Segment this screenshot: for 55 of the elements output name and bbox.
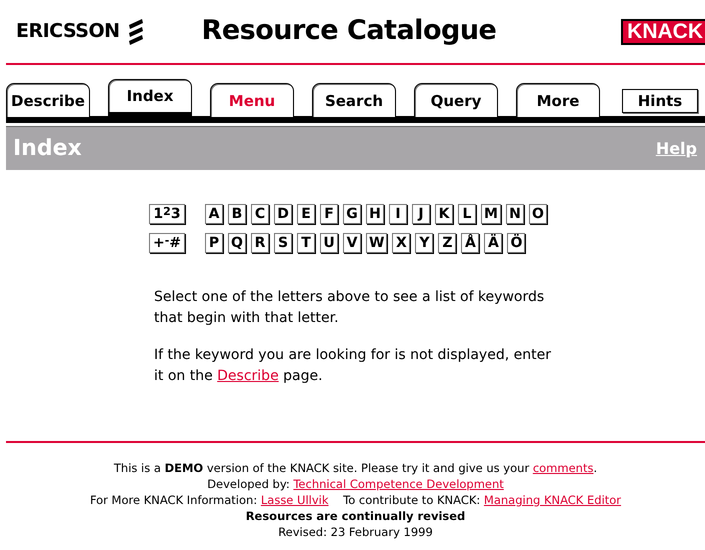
nav-tab[interactable]: More xyxy=(516,83,600,117)
letter-key[interactable]: E xyxy=(297,204,315,224)
footer-text: This is a DEMO version of the KNACK site. Please try it and give us your comments. xyxy=(114,461,598,475)
letter-key[interactable]: X xyxy=(392,233,410,253)
letter-key[interactable]: N xyxy=(506,204,524,224)
letter-key[interactable]: F xyxy=(320,204,338,224)
nav-tab[interactable]: Index xyxy=(108,79,192,117)
logo-text: ERICSSON xyxy=(16,19,120,44)
letter-key[interactable]: +$^{-}$# xyxy=(149,233,185,253)
logo-icon xyxy=(128,18,144,44)
letter-key[interactable]: T xyxy=(297,233,315,253)
letter-key[interactable]: G xyxy=(343,204,361,224)
nav-tab[interactable]: Search xyxy=(312,83,396,117)
letter-key[interactable]: K xyxy=(435,204,453,224)
footer-text: Resources are continually revised xyxy=(246,509,466,523)
brand-logo: KNACK xyxy=(621,18,705,44)
letter-key[interactable]: P xyxy=(205,233,223,253)
letter-key[interactable]: Z xyxy=(438,233,456,253)
section-title: Index xyxy=(13,135,82,163)
footer-text: Revised: 23 February 1999 xyxy=(278,525,433,539)
nav-tab[interactable]: Query xyxy=(414,83,498,117)
letter-key[interactable]: A xyxy=(205,204,223,224)
letter-key[interactable]: Y xyxy=(415,233,434,253)
text-link[interactable]: Describe xyxy=(217,368,279,384)
text-link[interactable]: Lasse Ullvik xyxy=(260,493,329,507)
letter-key[interactable]: Å xyxy=(461,233,480,253)
letter-key[interactable]: H xyxy=(366,204,384,224)
letter-key[interactable]: Ö xyxy=(507,233,526,253)
paragraph: Select one of the letters above to see a list of keywords that begin with that letter. xyxy=(154,288,546,328)
letter-key[interactable]: I xyxy=(389,204,407,224)
letter-key[interactable]: U xyxy=(320,233,338,253)
letter-key[interactable]: D xyxy=(274,204,292,224)
text-link[interactable]: Managing KNACK Editor xyxy=(484,493,622,507)
text-link[interactable]: comments xyxy=(532,461,594,475)
letter-key[interactable]: S xyxy=(274,233,292,253)
letter-key[interactable]: L xyxy=(458,204,476,224)
nav-tab[interactable]: Describe xyxy=(6,83,90,117)
letter-key[interactable]: B xyxy=(228,204,246,224)
paragraph: If the keyword you are looking for is not displayed, enter it on the Describe page. xyxy=(154,346,552,386)
letter-key[interactable]: M xyxy=(481,204,501,224)
nav-tab[interactable]: Menu xyxy=(210,83,294,117)
letter-key[interactable]: 1$^{2}$3 xyxy=(149,204,185,224)
letter-key[interactable]: Ä xyxy=(484,233,502,253)
letter-key[interactable]: Q xyxy=(228,233,246,253)
letter-key[interactable]: W xyxy=(366,233,388,253)
page-title: Resource Catalogue xyxy=(202,14,496,48)
letter-key[interactable]: C xyxy=(251,204,269,224)
footer-text: For More KNACK Information: Lasse Ullvik To contribute to KNACK: Managing KNACK Editor xyxy=(90,493,622,507)
letter-key[interactable]: V xyxy=(343,233,361,253)
footer-text: Developed by: Technical Competence Development xyxy=(207,477,504,491)
hints-button[interactable]: Hints xyxy=(622,89,698,113)
letter-key[interactable]: R xyxy=(251,233,269,253)
text-link[interactable]: Technical Competence Development xyxy=(293,477,504,491)
letter-key[interactable]: J xyxy=(412,204,430,224)
letter-key[interactable]: O xyxy=(528,204,547,224)
